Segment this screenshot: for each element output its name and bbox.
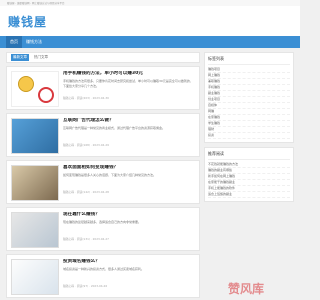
article-title[interactable]: 喜欢面面相如何变现赚钱？ bbox=[63, 165, 195, 171]
site-logo[interactable]: 赚钱屋 bbox=[8, 13, 47, 30]
sidebar-tags: 标签列表 赚钱项目 网上赚钱 兼职赚钱 手机赚钱 副业赚钱 创业项目 自媒体 网… bbox=[204, 52, 294, 143]
article-excerpt: 手机赚钱的方法有很多，只要你肯花时间去研究和尝试，单小时可以赚取30元是完全可以… bbox=[63, 79, 193, 88]
tab-popular[interactable]: 热门文章 bbox=[32, 54, 50, 61]
header: 赚钱屋 bbox=[0, 6, 300, 36]
content-wrap: 最新文章 热门文章 用手机赚钱的方法，单小时可以赚30元 手机赚钱的方法有很多，… bbox=[0, 48, 300, 300]
article-item[interactable]: 用手机赚钱的方法，单小时可以赚30元 手机赚钱的方法有很多，只要你肯花时间去研究… bbox=[6, 66, 200, 110]
article-excerpt: 如何变现赚钱是很多人关心的话题，下面为大家介绍几种常见的方法。 bbox=[63, 173, 157, 177]
article-item[interactable]: 喜欢面面相如何变现赚钱？ 如何变现赚钱是很多人关心的话题，下面为大家介绍几种常见… bbox=[6, 160, 200, 204]
article-title[interactable]: 用手机赚钱的方法，单小时可以赚30元 bbox=[63, 71, 195, 77]
article-meta: 赚钱心得 · 阅读(131) · 2023-04-27 bbox=[63, 237, 109, 241]
article-excerpt: 域名投资是一种新兴的投资方式，很多人通过买卖域名获利。 bbox=[63, 267, 145, 271]
article-title[interactable]: 互联网广告代理怎么做？ bbox=[63, 118, 195, 124]
tag-link[interactable]: 投资 bbox=[208, 133, 290, 139]
article-item[interactable]: 互联网广告代理怎么做？ 互联网广告代理是一种常见的商业模式，通过代理广告平台的资… bbox=[6, 113, 200, 157]
main-column: 最新文章 热门文章 用手机赚钱的方法，单小时可以赚30元 手机赚钱的方法有很多，… bbox=[6, 52, 200, 300]
article-title[interactable]: 投资域名赚钱么？ bbox=[63, 259, 195, 265]
sidebar-recommend: 推荐阅读 不花钱就能赚钱的方法 赚钱的副业有哪些 新手如何在网上赚钱 在家能干的… bbox=[204, 147, 294, 202]
article-thumbnail[interactable] bbox=[11, 165, 59, 201]
top-info-text: 赚钱屋 - 兼职赚钱网 - 网上赚钱方法与项目分享平台 bbox=[7, 2, 65, 5]
article-meta: 赚钱心得 · 阅读(142) · 2023-04-28 bbox=[63, 190, 109, 194]
article-meta: 赚钱心得 · 阅读(97) · 2023-04-26 bbox=[63, 284, 108, 288]
sidebar: 标签列表 赚钱项目 网上赚钱 兼职赚钱 手机赚钱 副业赚钱 创业项目 自媒体 网… bbox=[204, 52, 294, 300]
article-thumbnail[interactable] bbox=[11, 212, 59, 248]
article-excerpt: 互联网广告代理是一种常见的商业模式，通过代理广告平台的资源获取佣金。 bbox=[63, 126, 166, 130]
article-excerpt: 现在赚钱的途径越来越多，选择适合自己的方向非常重要。 bbox=[63, 220, 142, 224]
article-meta: 赚钱心得 · 阅读(203) · 2023-04-30 bbox=[63, 96, 109, 100]
nav-item-methods[interactable]: 赚钱方法 bbox=[22, 36, 46, 48]
article-tabs: 最新文章 热门文章 bbox=[6, 52, 200, 63]
recommend-link[interactable]: 适合上班族的副业 bbox=[208, 192, 290, 198]
article-thumbnail[interactable] bbox=[11, 259, 59, 295]
sidebar-recommend-title: 推荐阅读 bbox=[208, 151, 290, 160]
article-item[interactable]: 现在靠什么赚钱？ 现在赚钱的途径越来越多，选择适合自己的方向非常重要。 赚钱心得… bbox=[6, 207, 200, 251]
article-thumbnail[interactable] bbox=[11, 118, 59, 154]
article-title[interactable]: 现在靠什么赚钱？ bbox=[63, 212, 195, 218]
main-nav: 首页 赚钱方法 bbox=[0, 36, 300, 48]
svg-text:赞风库: 赞风库 bbox=[227, 281, 264, 295]
article-item[interactable]: 投资域名赚钱么？ 域名投资是一种新兴的投资方式，很多人通过买卖域名获利。 赚钱心… bbox=[6, 254, 200, 298]
article-thumbnail[interactable] bbox=[11, 71, 59, 107]
watermark-logo: 赞风库 bbox=[220, 280, 292, 296]
tab-latest[interactable]: 最新文章 bbox=[11, 54, 29, 61]
article-meta: 赚钱心得 · 阅读(168) · 2023-04-29 bbox=[63, 143, 109, 147]
nav-item-home[interactable]: 首页 bbox=[6, 36, 22, 48]
sidebar-tags-title: 标签列表 bbox=[208, 56, 290, 65]
